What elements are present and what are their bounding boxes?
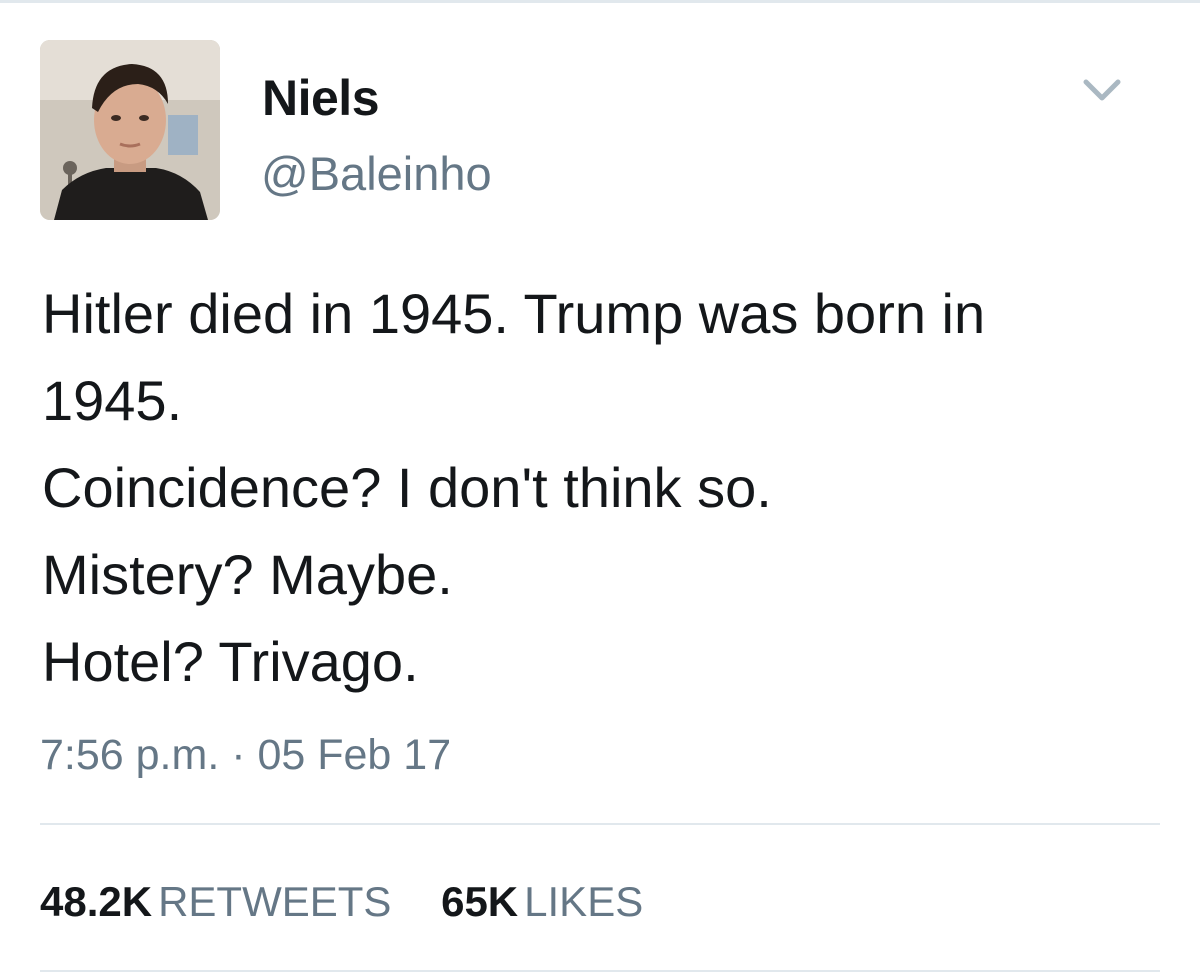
avatar[interactable]: [40, 40, 220, 220]
profile-photo: [40, 40, 220, 220]
tweet-text-line: Coincidence? I don't think so.: [42, 456, 772, 519]
tweet-text: Hitler died in 1945. Trump was born in 1…: [42, 270, 1172, 705]
retweets-label: RETWEETS: [158, 878, 392, 925]
tweet-text-line: Mistery? Maybe.: [42, 543, 453, 606]
chevron-down-icon: [1083, 79, 1121, 101]
divider: [40, 970, 1160, 972]
tweet-text-line: 1945.: [42, 369, 183, 432]
divider: [40, 823, 1160, 825]
tweet-timestamp[interactable]: 7:56 p.m. · 05 Feb 17: [40, 727, 451, 783]
likes-count: 65K: [441, 878, 519, 925]
tweet-card: Niels @Baleinho Hitler died in 1945. Tru…: [0, 0, 1200, 978]
likes-label: LIKES: [524, 878, 644, 925]
tweet-text-line: Hitler died in 1945. Trump was born in: [42, 282, 986, 345]
tweet-menu-button[interactable]: [1080, 72, 1124, 108]
likes-stat[interactable]: 65K LIKES: [441, 874, 643, 930]
tweet-text-line: Hotel? Trivago.: [42, 630, 419, 693]
retweets-count: 48.2K: [40, 878, 153, 925]
tweet-stats: 48.2K RETWEETS 65K LIKES: [40, 874, 681, 930]
author-name[interactable]: Niels: [262, 66, 380, 130]
retweets-stat[interactable]: 48.2K RETWEETS: [40, 874, 391, 930]
author-handle[interactable]: @Baleinho: [261, 144, 492, 204]
